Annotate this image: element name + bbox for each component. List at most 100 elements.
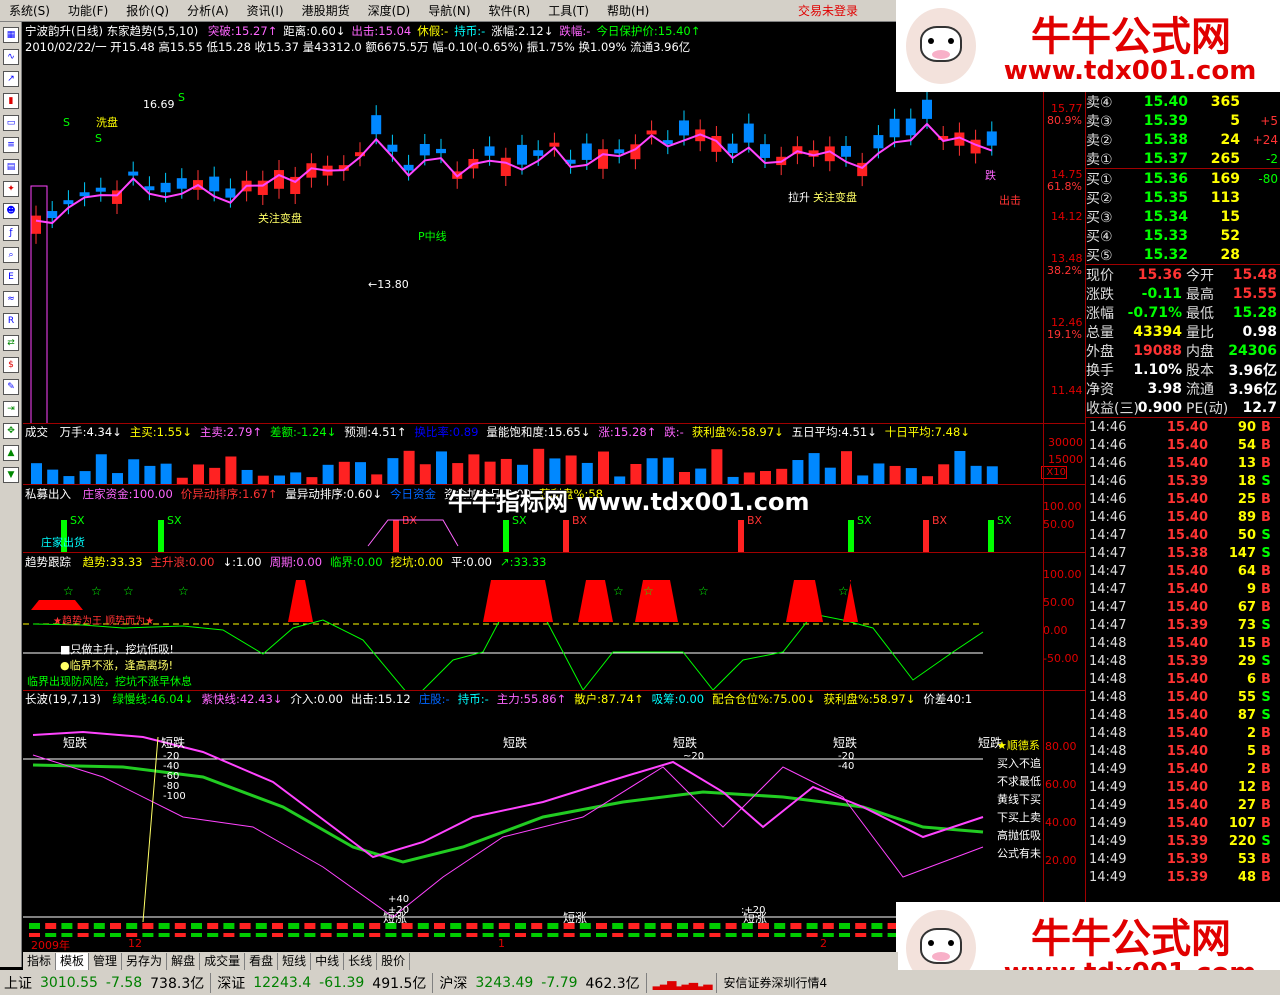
tick-volume: 53 [1237,851,1256,867]
menu-analysis[interactable]: 分析(A) [178,0,238,22]
signal-bar [988,520,994,552]
book-row[interactable]: 买① 15.36 169 -80 [1086,169,1280,188]
cow-logo [906,8,976,84]
watermark: 牛牛指标网 www.tdx001.com [448,488,810,516]
price-annotation: 16.69 [143,98,175,111]
etf-icon[interactable]: E [3,269,19,285]
candle-body [484,146,495,156]
tab-10[interactable]: 股价 [377,952,411,970]
index-change: -7.79 [541,974,578,991]
candle-body [581,143,592,160]
wave-axis: 80.00 60.00 40.00 20.00 [1045,740,1077,867]
book-row[interactable]: 买③ 15.34 15 [1086,207,1280,226]
signal-label: BX [932,514,948,527]
tab-8[interactable]: 中线 [311,952,345,970]
list-icon[interactable]: ≡ [3,137,19,153]
wave-icon[interactable]: ≈ [3,291,19,307]
menu-depth[interactable]: 深度(D) [359,0,420,22]
trend-icon[interactable]: ↗ [3,71,19,87]
book-row[interactable]: 卖④ 15.40 365 [1086,92,1280,111]
tab-1[interactable]: 模板 [56,952,90,970]
menu-software[interactable]: 软件(R) [480,0,540,22]
exchange-icon[interactable]: ⇄ [3,335,19,351]
book-label: 卖② [1086,132,1113,149]
tick-volume: 2 [1246,761,1256,777]
tick-list[interactable]: 14:46 15.40 90 B 14:46 15.40 54 B 14:46 15.40 13 B 1… [1086,418,1280,886]
tick-row: 14:48 15.40 2 B [1086,724,1280,742]
volume-chart[interactable] [23,442,1043,484]
template-tabs: 指标 模板 管理 另存为 解盘 成交量 看盘 短线 中线 长线 股价 [23,952,898,970]
index-name[interactable]: 深证 [213,973,249,993]
price-annotation: 跌 [985,168,996,182]
tab-4[interactable]: 解盘 [167,952,201,970]
line-chart-icon[interactable]: ∿ [3,49,19,65]
zoom-icon[interactable]: ⌕ [3,247,19,263]
grid-icon[interactable]: ▦ [3,27,19,43]
tab-0[interactable]: 指标 [23,952,57,970]
menu-news[interactable]: 资讯(I) [238,0,293,22]
menu-help[interactable]: 帮助(H) [598,0,658,22]
indicator-value: 休假:- [417,24,449,38]
tick-price: 15.40 [1166,419,1208,435]
status-block [110,923,121,929]
book-row[interactable]: 卖③ 15.39 5 +5 [1086,111,1280,130]
tick-row: 14:46 15.39 18 S [1086,472,1280,490]
index-name[interactable]: 上证 [0,973,36,993]
money-icon[interactable]: $ [3,357,19,373]
book-row[interactable]: 买④ 15.33 52 [1086,226,1280,245]
arrow-down-icon[interactable]: ▼ [3,467,19,483]
price-chart[interactable]: 16.69 ←13.80 洗盘关注变盘 P中线 拉升 关注变盘 出击 S S S 跌 [23,56,1043,423]
login-status[interactable]: 交易未登录 [798,0,858,22]
move-icon[interactable]: ✥ [3,423,19,439]
news-icon[interactable]: ▤ [3,159,19,175]
tab-5[interactable]: 成交量 [200,952,246,970]
candle-body [598,149,608,169]
candle-body [533,150,544,156]
menu-navigate[interactable]: 导航(N) [419,0,479,22]
menu-hk-futures[interactable]: 港股期货 [293,0,359,22]
book-volume: 24 [1220,131,1240,148]
volume-bar [970,465,982,484]
broker-name[interactable]: 安信证券深圳行情4 [719,974,831,991]
book-row[interactable]: 卖② 15.38 24 +24 [1086,130,1280,149]
tab-2[interactable]: 管理 [89,952,123,970]
volume-bar [938,464,950,484]
bulb-icon[interactable]: ✦ [3,181,19,197]
menu-quote[interactable]: 报价(Q) [117,0,178,22]
fx-icon[interactable]: ƒ [3,225,19,241]
volume-bar [841,451,852,484]
index-name[interactable]: 沪深 [435,973,471,993]
tab-7[interactable]: 短线 [278,952,312,970]
volume-bar [241,469,253,484]
book-row[interactable]: 卖① 15.37 265 -2 [1086,149,1280,168]
import-icon[interactable]: ⇥ [3,401,19,417]
people-icon[interactable]: ☻ [3,203,19,219]
window-icon[interactable]: ▭ [3,115,19,131]
tab-3[interactable]: 另存为 [122,952,168,970]
book-row[interactable]: 买⑤ 15.32 28 [1086,245,1280,264]
arrow-up-icon[interactable]: ▲ [3,445,19,461]
menu-system[interactable]: 系统(S) [0,0,59,22]
tick-row: 14:47 15.40 64 B [1086,562,1280,580]
menu-function[interactable]: 功能(F) [59,0,117,22]
ad-banner-top[interactable]: 牛牛公式网 www.tdx001.com [896,0,1280,92]
price-axis-label: 11.44 [1051,384,1083,397]
status-block [563,923,575,929]
edit-icon[interactable]: ✎ [3,379,19,395]
status-block [498,923,510,929]
chart-area[interactable]: 宁波韵升(日线) 东家趋势(5,5,10) 突破:15.27↑ 距离:0.60↓ 出… [23,22,1085,937]
status-block [174,923,186,929]
rsi-icon[interactable]: R [3,313,19,329]
candle-icon[interactable]: ▮ [3,93,19,109]
tick-price: 15.40 [1166,689,1208,705]
price-annotation: S [178,91,185,104]
tab-9[interactable]: 长线 [344,952,378,970]
private-axis: 100.00 50.00 [1043,500,1082,531]
panel-value: 主卖:2.79↑ [199,425,263,439]
wave-chart[interactable]: 短跌短跌短跌短跌短跌短跌短涨短涨短涨短涨-20-40-60-80-100~20-… [23,707,1043,937]
menu-tools[interactable]: 工具(T) [539,0,598,22]
candle-body [225,188,236,198]
volume-panel-header: 成交 万手:4.34↓ 主买:1.55↓ 主卖:2.79↑ 差额:-1.24↓ 预测:4… [25,425,1040,439]
book-row[interactable]: 买② 15.35 113 [1086,188,1280,207]
tab-6[interactable]: 看盘 [245,952,279,970]
